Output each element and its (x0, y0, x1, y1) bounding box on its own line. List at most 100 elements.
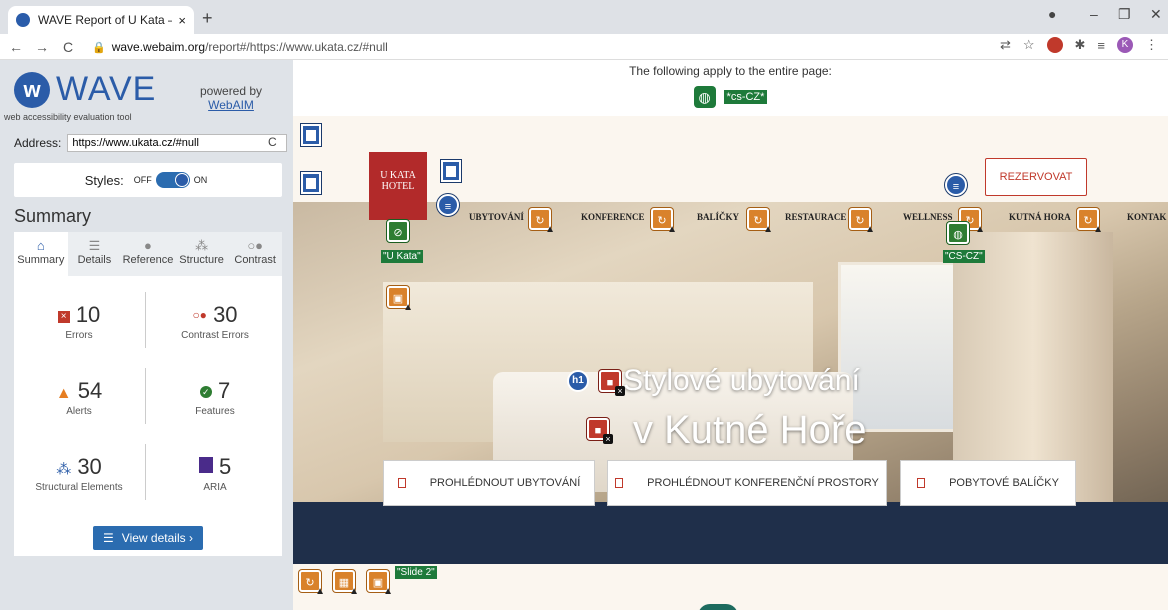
document-icon (397, 478, 406, 488)
new-tab-icon[interactable]: + (202, 8, 213, 29)
refresh-icon[interactable]: C (268, 135, 277, 149)
divider (145, 444, 146, 500)
tab-details[interactable]: ☰ Details (67, 232, 122, 276)
address-input[interactable] (67, 134, 288, 152)
rezervovat-button[interactable]: REZERVOVAT (985, 158, 1087, 196)
reload-icon[interactable]: C (58, 39, 78, 55)
wave-structure-doc-icon[interactable] (301, 172, 321, 194)
wave-structure-doc-icon[interactable] (441, 160, 461, 182)
page-preview: The following apply to the entire page: … (293, 60, 1168, 610)
contrast-icon: ○● (247, 238, 264, 253)
address-row: Address: C (0, 132, 293, 154)
translate-icon[interactable]: ⇄ (1000, 37, 1011, 53)
extensions-puzzle-icon[interactable]: ✱ (1075, 37, 1086, 53)
hotel-logo[interactable]: U KATA HOTEL (369, 152, 427, 220)
stat-errors[interactable]: × 10 Errors (14, 302, 144, 341)
tab-reference[interactable]: ● Reference (121, 232, 175, 276)
cta-balicky[interactable]: POBYTOVÉ BALÍČKY (900, 460, 1076, 506)
menu-dots-icon[interactable]: ⋮ (1145, 37, 1158, 53)
wave-alert-icon[interactable]: ▦ (333, 570, 359, 597)
styles-toggle-row: Styles: OFF ON (14, 163, 282, 197)
wave-error-icon[interactable]: ■ (587, 418, 613, 444)
error-icon: × (57, 311, 70, 323)
stat-aria[interactable]: 5 ARIA (150, 454, 280, 493)
wave-tagline: web accessibility evaluation tool (4, 112, 132, 122)
features-count: 7 (217, 378, 231, 403)
wave-alert-icon[interactable]: ↻ (299, 570, 325, 597)
tab-label: Details (77, 254, 112, 266)
extension-icons: ⇄ ☆ ✱ ≡ K ⋮ (1000, 37, 1158, 53)
wave-alt-text-icon[interactable]: ⊘ (387, 220, 409, 242)
cta-ubytovani[interactable]: PROHLÉDNOUT UBYTOVÁNÍ (383, 460, 595, 506)
logo-line-2: HOTEL (381, 181, 415, 192)
wave-alert-icon[interactable]: ↻ (849, 208, 875, 235)
wave-alert-icon[interactable]: ▣ (387, 286, 413, 313)
wave-list-icon[interactable]: ≡ (437, 194, 459, 216)
summary-heading: Summary (14, 206, 92, 226)
view-details-label: View details › (121, 531, 193, 545)
wave-h1-badge[interactable]: h1 (567, 370, 589, 392)
nav-restaurace[interactable]: RESTAURACE (785, 212, 846, 222)
aria-icon (198, 457, 213, 473)
address-bar[interactable]: 🔒 wave.webaim.org /report#/https://www.u… (92, 36, 987, 58)
tab-contrast[interactable]: ○● Contrast (228, 232, 282, 276)
stat-structure[interactable]: ⁂ 30 Structural Elements (14, 454, 144, 493)
nav-ubytovani[interactable]: UBYTOVÁNÍ (469, 212, 524, 222)
nav-wellness[interactable]: WELLNESS (903, 212, 953, 222)
nav-balicky[interactable]: BALÍČKY (697, 212, 739, 222)
hero-window (838, 262, 968, 432)
powered-by: powered by WebAIM (200, 84, 262, 112)
nav-kontakt[interactable]: KONTAK (1127, 212, 1166, 222)
browser-tabstrip: WAVE Report of U Kata – Hotel U × + ● – … (0, 0, 1168, 34)
nav-kutna-hora[interactable]: KUTNÁ HORA (1009, 212, 1071, 222)
wave-structure-doc-icon[interactable] (301, 124, 321, 146)
page-level-note: The following apply to the entire page: … (293, 60, 1168, 116)
browser-tab[interactable]: WAVE Report of U Kata – Hotel U × (8, 6, 194, 34)
stat-contrast[interactable]: ○● 30 Contrast Errors (150, 302, 280, 341)
wave-label-slide: "Slide 2" (395, 566, 437, 579)
wave-alert-icon[interactable]: ↻ (529, 208, 555, 235)
contrast-count: 30 (213, 302, 238, 327)
nav-konference[interactable]: KONFERENCE (581, 212, 645, 222)
aria-label: ARIA (203, 482, 227, 493)
globe-icon[interactable]: ◍ (693, 86, 716, 108)
aria-count: 5 (218, 454, 232, 479)
view-details-button[interactable]: ☰ View details › (93, 526, 203, 550)
stat-features[interactable]: ✓ 7 Features (150, 378, 280, 417)
cta-konference[interactable]: PROHLÉDNOUT KONFERENČNÍ PROSTORY (607, 460, 887, 506)
wave-list-icon[interactable]: ≡ (945, 174, 967, 196)
panel-tabs: ⌂ Summary ☰ Details ● Reference ⁂ Struct… (14, 232, 282, 276)
tab-structure[interactable]: ⁂ Structure (174, 232, 229, 276)
reading-list-icon[interactable]: ≡ (1097, 38, 1105, 53)
webaim-link[interactable]: WebAIM (208, 98, 254, 112)
forward-icon[interactable]: → (32, 39, 52, 55)
tab-summary[interactable]: ⌂ Summary (14, 232, 68, 276)
wave-alert-icon[interactable]: ↻ (747, 208, 773, 235)
page-note-text: The following apply to the entire page: (629, 64, 832, 78)
language-label: *cs-CZ* (723, 90, 768, 104)
wave-alert-icon[interactable]: ↻ (1077, 208, 1103, 235)
wave-alert-icon[interactable]: ▣ (367, 570, 393, 597)
maximize-icon[interactable]: ❐ (1118, 6, 1131, 23)
features-label: Features (195, 406, 235, 417)
address-label: Address: (14, 136, 62, 150)
tab-label: Contrast (234, 254, 276, 266)
wave-alert-icon[interactable]: ↻ (651, 208, 677, 235)
profile-avatar[interactable]: K (1117, 37, 1133, 53)
styles-toggle[interactable] (155, 172, 190, 188)
window-close-icon[interactable]: ✕ (1150, 6, 1162, 23)
hierarchy-icon: ⁂ (195, 238, 209, 253)
wave-error-icon[interactable]: ■ (599, 370, 625, 396)
back-icon[interactable]: ← (6, 39, 26, 55)
profile-dot-icon[interactable]: ● (1048, 6, 1056, 22)
site-nav: UBYTOVÁNÍ KONFERENCE BALÍČKY RESTAURACE … (469, 212, 1168, 232)
wave-extension-icon[interactable] (1046, 37, 1063, 53)
styles-on-label: ON (193, 175, 208, 185)
close-tab-icon[interactable]: × (178, 13, 186, 28)
bookmark-star-icon[interactable]: ☆ (1023, 37, 1035, 53)
minimize-icon[interactable]: – (1090, 6, 1098, 22)
stat-alerts[interactable]: ▲ 54 Alerts (14, 378, 144, 417)
tab-label: Summary (17, 254, 65, 266)
wave-language-globe-icon[interactable]: ◍ (947, 222, 969, 244)
divider (145, 292, 146, 348)
